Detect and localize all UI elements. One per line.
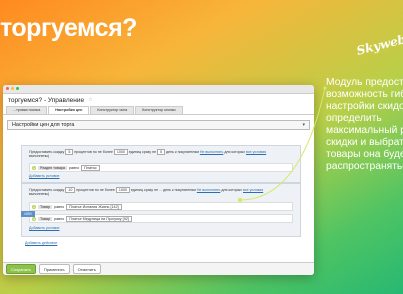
description-line: распространятьс [326,161,403,172]
discount-percent-input[interactable]: 5 [65,149,74,155]
page-title-bar: торгуемся? - Управление ☆ [3,94,314,106]
description-line: Модуль предоста [326,77,403,88]
close-dot-icon[interactable] [6,87,9,90]
rule-sentence-end: выполнены) [29,154,50,158]
rule-sentence-end: выполнены) [29,192,50,196]
max-discount-input[interactable]: 1000 [113,149,128,155]
minimize-dot-icon[interactable] [11,87,14,90]
condition-value[interactable]: Платье Медуница на Прогулку [92] [66,215,132,222]
brand-logo: Skyweb [355,32,403,58]
cancel-button[interactable]: Отменить [72,264,101,274]
discount-rule-2: Предоставить скидку 10 процентов но не б… [21,183,301,237]
banner-headline: торгуемся? [0,14,137,42]
app-window: торгуемся? - Управление ☆ ...тровка поис… [3,85,314,275]
execution-mode-link[interactable]: Не выполнять [197,188,221,192]
condition-operator[interactable]: равно [54,205,64,209]
maximize-dot-icon[interactable] [16,87,19,90]
description-line: настройки скидо [326,101,403,112]
description-line: определить [326,113,382,124]
condition-row: ● Раздел товара равно Платья [29,163,293,172]
section-title: Настройки цен для торга [12,122,75,128]
description-line: возможность гиб [326,89,403,100]
page-title: торгуемся? - Управление [8,96,85,104]
add-condition-link[interactable]: Добавить условие [29,174,60,178]
condition-row: ● Товар равно Платье Медуница на Прогулк… [29,214,293,223]
description-line: товары она будет [326,149,403,160]
condition-marker-icon: ● [32,204,36,209]
condition-value[interactable]: Платья [81,164,100,171]
condition-field[interactable]: Раздел товара [38,165,67,170]
star-icon[interactable]: ☆ [88,97,92,103]
tab-window-builder[interactable]: Конструктор окна [90,106,135,114]
period-input[interactable]: 5 [157,149,166,155]
tab-price-settings[interactable]: Настройки цен [48,106,90,114]
discount-rule-1: Предоставить скидку 5 процентов но не бо… [21,145,301,183]
condition-row: ● Товар равно Платье Испания Жизнь [142] [29,202,293,211]
add-action-link[interactable]: Добавить действие [25,241,57,245]
condition-field[interactable]: Товар [38,204,53,209]
description-line: максимальный р [326,125,403,136]
tab-button-builder[interactable]: Конструктор кнопки [135,106,183,114]
max-discount-input[interactable]: 1000 [115,187,130,193]
discount-percent-input[interactable]: 10 [65,187,76,193]
save-button[interactable]: Сохранить [6,264,36,274]
condition-field[interactable]: Товар [38,216,53,221]
chevron-down-icon[interactable]: ▾ [302,122,305,128]
rule-sentence: Предоставить скидку 10 процентов но не б… [29,187,264,193]
tab-bar: ...тровка поиска Настройки цен Конструкт… [3,106,314,115]
condition-marker-icon: ● [32,165,36,170]
feature-description: Модуль предоста возможность гиб настройк… [326,77,403,173]
condition-mode-link[interactable]: все условия [243,188,263,192]
or-operator-badge[interactable]: ИЛИ [21,211,35,217]
condition-value[interactable]: Платье Испания Жизнь [142] [66,203,122,210]
condition-operator[interactable]: равно [54,217,64,221]
description-line: скидки и выбрат [326,137,403,148]
rule-sentence: Предоставить скидку 5 процентов но не бо… [29,149,267,155]
section-header[interactable]: Настройки цен для торга ▾ [7,120,310,130]
apply-button[interactable]: Применить [38,264,70,274]
condition-operator[interactable]: равно [69,166,79,170]
action-bar: Сохранить Применить Отменить [3,262,314,275]
add-condition-link[interactable]: Добавить условие [29,226,60,230]
tab-search-settings[interactable]: ...тровка поиска [6,106,48,114]
execution-mode-link[interactable]: Не выполнять [200,150,224,154]
window-chrome [3,85,314,94]
condition-marker-icon: ● [32,216,36,221]
condition-mode-link[interactable]: все условия [246,150,266,154]
